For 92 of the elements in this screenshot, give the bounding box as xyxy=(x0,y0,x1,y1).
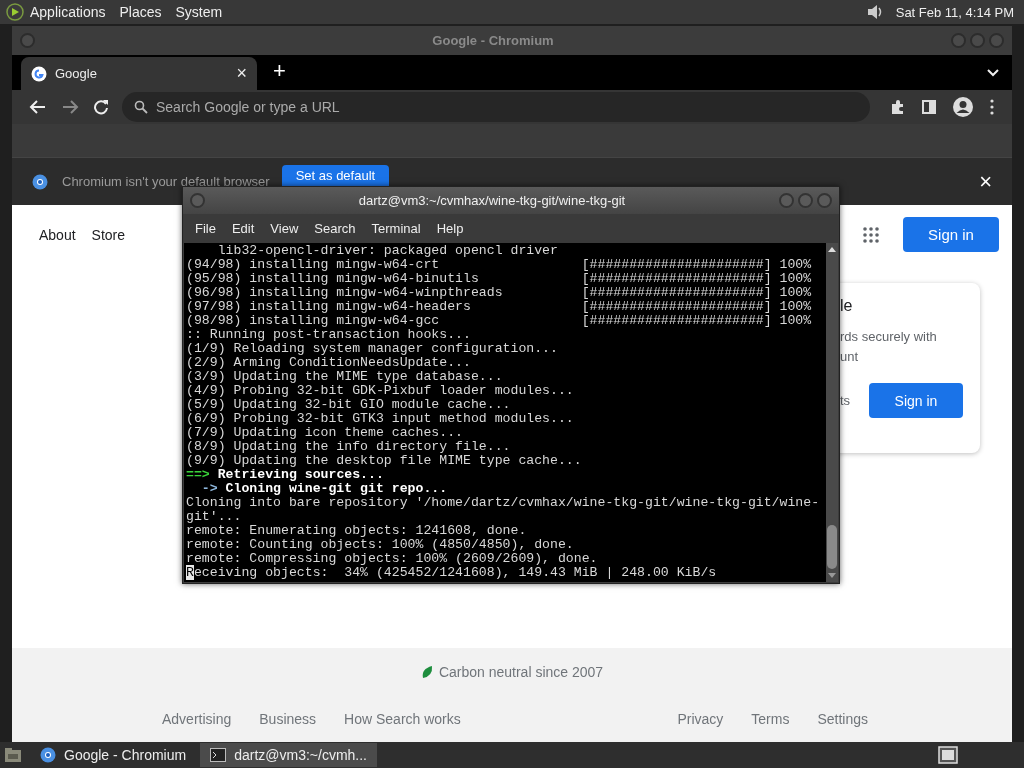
scroll-down-icon[interactable] xyxy=(828,573,836,578)
browser-tab[interactable]: Google × xyxy=(21,57,257,90)
logo-icon[interactable] xyxy=(6,3,24,21)
terminal-line: git'... xyxy=(186,509,242,524)
apps-grid-icon[interactable] xyxy=(863,226,879,243)
progress-text: [######################] xyxy=(581,257,772,272)
card-text: rds securely with xyxy=(840,328,938,346)
sign-in-button[interactable]: Sign in xyxy=(903,217,999,252)
percent-text: 100% xyxy=(779,313,812,328)
menu-item[interactable]: View xyxy=(270,221,299,236)
taskbar-button[interactable]: dartz@vm3:~/cvmh... xyxy=(200,743,377,767)
terminal-line: (5/9) Updating 32-bit GIO module cache... xyxy=(186,397,511,412)
percent-text: 100% xyxy=(779,257,812,272)
footer-link[interactable]: How Search works xyxy=(344,711,461,727)
set-default-button[interactable]: Set as default xyxy=(281,165,390,186)
terminal-line: (3/9) Updating the MIME type database... xyxy=(186,369,503,384)
terminal-line: (1/9) Reloading system manager configuration... xyxy=(186,341,558,356)
arrow-text: ==> xyxy=(186,467,210,482)
carbon-note: Carbon neutral since 2007 xyxy=(438,664,604,680)
close-button[interactable]: × xyxy=(979,168,992,195)
scrollbar[interactable] xyxy=(826,243,838,582)
profile-icon[interactable] xyxy=(952,96,974,118)
close-tab-button[interactable]: × xyxy=(236,63,247,84)
terminal-icon xyxy=(210,748,227,762)
terminal-line: Retrieving sources... xyxy=(217,467,384,482)
menu-icon[interactable] xyxy=(990,99,994,115)
terminal-line: remote: Enumerating objects: 1241608, done. xyxy=(186,523,527,538)
footer-link[interactable]: Business xyxy=(259,711,317,727)
menu-item[interactable]: Search xyxy=(314,221,356,236)
chromium-icon xyxy=(32,173,48,190)
progress-text: [######################] xyxy=(581,285,772,300)
terminal-line: (94/98) installing mingw-w64-crt xyxy=(186,258,441,272)
show-desktop-icon[interactable] xyxy=(4,747,22,763)
scroll-up-icon[interactable] xyxy=(828,247,836,252)
new-tab-button[interactable]: + xyxy=(273,57,286,84)
back-icon[interactable] xyxy=(29,99,47,115)
menu-item[interactable]: Edit xyxy=(231,221,255,236)
terminal-line: (8/9) Updating the info directory file... xyxy=(186,439,511,454)
progress-text: [######################] xyxy=(581,313,772,328)
terminal-line: (7/9) Updating icon theme caches... xyxy=(186,425,463,440)
terminal-line: (2/9) Arming ConditionNeedsUpdate... xyxy=(186,355,471,370)
side-panel-icon[interactable] xyxy=(922,100,936,114)
percent-text: 100% xyxy=(779,299,812,314)
window-title: Google - Chromium xyxy=(431,33,555,48)
header-link[interactable]: About xyxy=(39,226,76,243)
infobar-message: Chromium isn't your default browser xyxy=(62,174,270,189)
address-bar[interactable]: Search Google or type a URL xyxy=(122,92,870,122)
percent-text: 100% xyxy=(779,271,812,286)
header-link[interactable]: Store xyxy=(91,226,126,243)
window-list-icon[interactable] xyxy=(938,746,958,764)
terminal-line: Cloning into bare repository '/home/dartz/cvmhax/wine-tkg-git/wine-tkg-git/wine- xyxy=(186,495,820,510)
panel-menu[interactable]: Places xyxy=(119,4,162,20)
terminal-line: (97/98) installing mingw-w64-headers xyxy=(186,300,472,314)
terminal-line: (98/98) installing mingw-w64-gcc xyxy=(186,314,441,328)
footer-link[interactable]: Advertising xyxy=(162,711,232,727)
scroll-thumb[interactable] xyxy=(827,525,837,569)
reload-icon[interactable] xyxy=(93,99,109,115)
terminal-line: :: Running post-transaction hooks... xyxy=(186,327,471,342)
terminal-line: lib32-opencl-driver: packaged opencl driver xyxy=(216,243,558,258)
progress-text: [######################] xyxy=(581,271,772,286)
menu-item[interactable]: Terminal xyxy=(371,221,421,236)
terminal-line: (4/9) Probing 32-bit GDK-Pixbuf loader modules... xyxy=(186,383,574,398)
card-title: le xyxy=(840,297,854,315)
menu-item[interactable]: Help xyxy=(436,221,464,236)
terminal-line: Cloning wine-git git repo... xyxy=(225,481,448,496)
footer-link[interactable]: Terms xyxy=(751,711,790,727)
forward-icon[interactable] xyxy=(61,99,79,115)
menu-item[interactable]: File xyxy=(195,221,216,236)
leaf-icon xyxy=(420,665,433,679)
panel-menu[interactable]: System xyxy=(175,4,223,20)
terminal-line: (95/98) installing mingw-w64-binutils xyxy=(186,272,480,286)
google-icon xyxy=(31,65,47,82)
percent-text: 100% xyxy=(779,285,812,300)
puzzle-icon[interactable] xyxy=(890,99,906,115)
arrow-text: -> xyxy=(200,481,218,496)
terminal-line: (9/9) Updating the desktop file MIME type cache... xyxy=(186,453,582,468)
progress-text: [######################] xyxy=(581,299,772,314)
chevron-down-icon[interactable] xyxy=(986,67,1000,78)
window-title: dartz@vm3:~/cvmhax/wine-tkg-git/wine-tkg-git xyxy=(357,193,627,208)
terminal-line: (96/98) installing mingw-w64-winpthreads xyxy=(186,286,504,300)
chromium-icon xyxy=(40,747,56,763)
terminal-line: (6/9) Probing 32-bit GTK3 input method modules... xyxy=(186,411,574,426)
clock[interactable]: Sat Feb 11, 4:14 PM xyxy=(895,4,1014,20)
taskbar-button[interactable]: Google - Chromium xyxy=(30,743,197,767)
panel-menu[interactable]: Applications xyxy=(30,4,106,20)
footer-link[interactable]: Settings xyxy=(817,711,868,727)
sign-in-button[interactable]: Sign in xyxy=(869,383,963,418)
terminal-line: remote: Compressing objects: 100% (2609/2609), done. xyxy=(186,551,598,566)
card-link[interactable]: ts xyxy=(840,393,869,408)
footer-link[interactable]: Privacy xyxy=(677,711,724,727)
card-text: unt xyxy=(840,348,860,366)
terminal-line: remote: Counting objects: 100% (4850/4850), done. xyxy=(186,537,574,552)
